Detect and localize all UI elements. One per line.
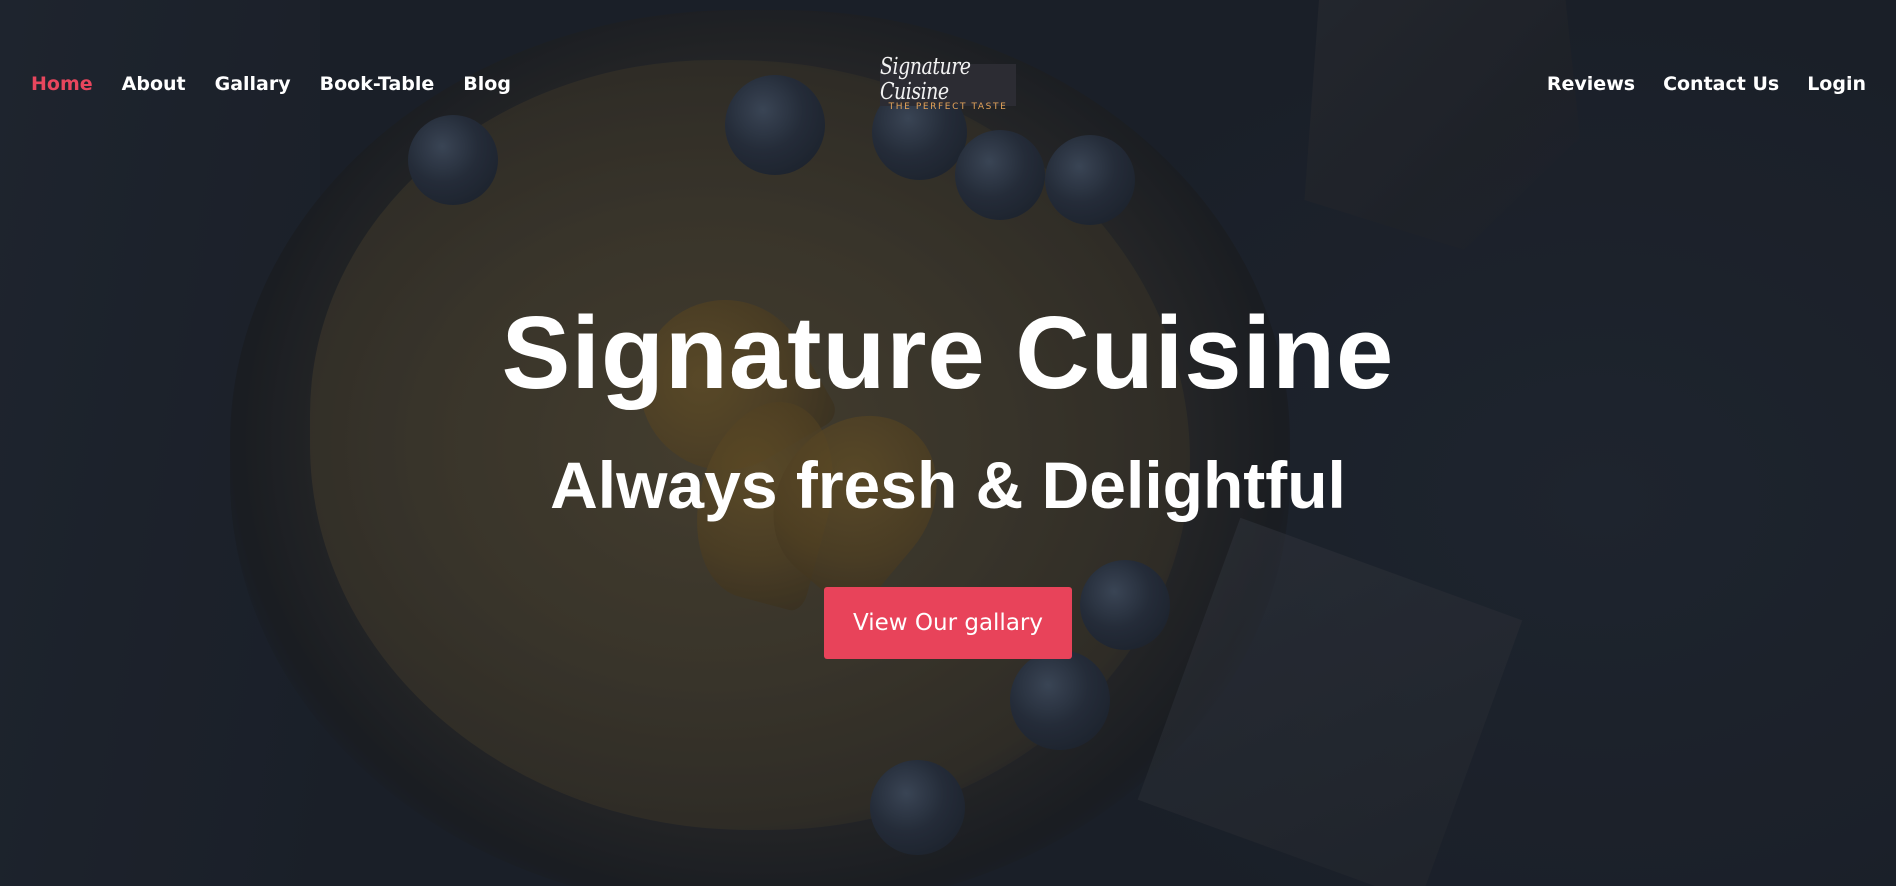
nav-link-login[interactable]: Login (1807, 73, 1866, 95)
nav-link-blog[interactable]: Blog (463, 73, 511, 95)
nav-link-home[interactable]: Home (31, 73, 93, 95)
logo-title: Signature Cuisine (880, 52, 971, 105)
hero-dark-overlay (0, 0, 1896, 886)
nav-right-group: Reviews Contact Us Login (1547, 62, 1866, 106)
nav-link-gallary[interactable]: Gallary (215, 73, 291, 95)
nav-link-about[interactable]: About (122, 73, 186, 95)
hero-background-image (0, 0, 1896, 886)
nav-link-contact-us[interactable]: Contact Us (1663, 73, 1779, 95)
site-logo[interactable]: Signature Cuisine THE PERFECT TASTE (880, 54, 1016, 112)
nav-link-reviews[interactable]: Reviews (1547, 73, 1635, 95)
hero-subtitle: Always fresh & Delightful (550, 448, 1346, 522)
nav-left-group: Home About Gallary Book-Table Blog (31, 62, 511, 106)
hero-title: Signature Cuisine (501, 295, 1395, 410)
nav-link-book-table[interactable]: Book-Table (320, 73, 435, 95)
view-gallary-button[interactable]: View Our gallary (824, 587, 1072, 659)
